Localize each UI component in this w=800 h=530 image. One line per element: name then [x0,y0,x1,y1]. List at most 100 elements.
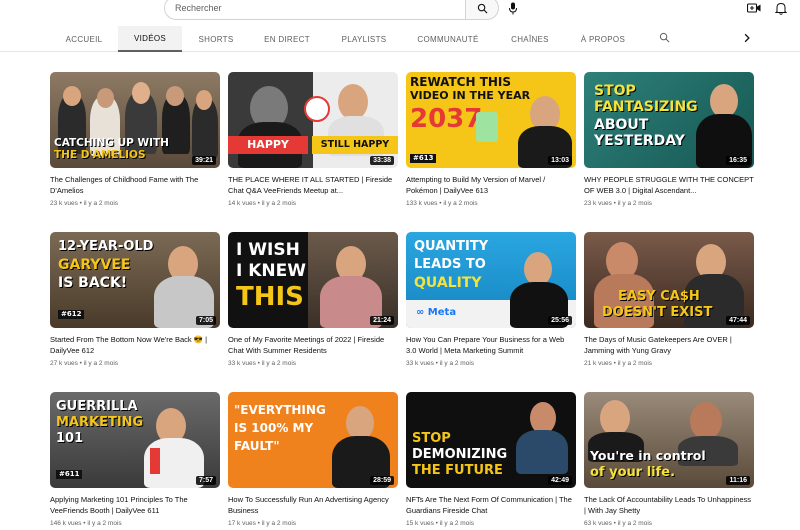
tab-playlists[interactable]: PLAYLISTS [331,26,397,52]
thumbnail-text: STOP [594,83,636,99]
video-meta: 23 k vues • il y a 2 mois [584,200,653,207]
video-card[interactable]: EASY CA$H DOESN'T EXIST 47:44 The Days o… [584,232,754,367]
thumbnail-text: GARYVEE [58,257,131,273]
video-thumbnail[interactable]: 12-YEAR-OLD GARYVEE IS BACK! #612 7:05 [50,232,220,328]
video-duration: 42:49 [548,476,572,485]
thumbnail-text: "EVERYTHING [234,403,326,417]
tab-en-direct[interactable]: EN DIRECT [253,26,321,52]
video-thumbnail[interactable]: REWATCH THIS VIDEO IN THE YEAR 2037 #613… [406,72,576,168]
video-thumbnail[interactable]: QUANTITY LEADS TO QUALITY ∞ Meta 25:56 [406,232,576,328]
view-count: 14 k vues [228,200,256,207]
create-video-icon[interactable] [747,2,761,14]
thumbnail-text: STOP [412,431,451,446]
tab-shorts[interactable]: SHORTS [185,26,247,52]
chevron-right-icon[interactable] [743,33,751,43]
thumbnail-text: 101 [56,431,84,446]
tab-videos[interactable]: VIDÉOS [118,26,182,52]
tab-a-propos[interactable]: À PROPOS [570,26,636,52]
video-meta: 146 k vues • il y a 2 mois [50,520,122,527]
video-card[interactable]: HAPPY STILL HAPPY 33:38 THE PLACE WHERE … [228,72,398,207]
video-title[interactable]: Started From The Bottom Now We're Back 😎… [50,334,220,356]
video-card[interactable]: GUERRILLA MARKETING 101 #611 7:57 Applyi… [50,392,220,527]
thumbnail-text: FANTASIZING [594,99,698,115]
channel-tabs: ACCUEIL VIDÉOS SHORTS EN DIRECT PLAYLIST… [0,26,800,52]
video-thumbnail[interactable]: STOP DEMONIZING THE FUTURE 42:49 [406,392,576,488]
thumbnail-text: QUANTITY [414,239,489,254]
thumbnail-text: 2037 [410,104,483,134]
thumbnail-text: THIS [236,282,304,312]
upload-age: il y a 2 mois [617,360,653,367]
video-meta: 23 k vues • il y a 2 mois [50,200,119,207]
microphone-icon[interactable] [508,2,518,15]
video-thumbnail[interactable]: You're in control of your life. 11:16 [584,392,754,488]
thumbnail-text: LEADS TO [414,257,486,272]
thumbnail-text: EASY CA$H [618,289,700,304]
thumbnail-badge: #613 [410,154,437,163]
video-title[interactable]: The Lack Of Accountability Leads To Unha… [584,494,754,516]
video-duration: 7:05 [195,316,216,325]
thumbnail-text: THE D'AMELIOS [54,149,146,161]
thumbnail-text: CATCHING UP WITH [54,137,169,149]
video-title[interactable]: Applying Marketing 101 Principles To The… [50,494,220,516]
video-meta: 15 k vues • il y a 2 mois [406,520,475,527]
video-card[interactable]: CATCHING UP WITH THE D'AMELIOS 39:21 The… [50,72,220,207]
video-duration: 7:57 [195,476,216,485]
video-title[interactable]: THE PLACE WHERE IT ALL STARTED | Firesid… [228,174,398,196]
video-card[interactable]: "EVERYTHING IS 100% MY FAULT" 28:59 How … [228,392,398,527]
search-input[interactable]: Rechercher [164,0,466,20]
top-bar: Rechercher [0,0,800,22]
video-thumbnail[interactable]: STOP FANTASIZING ABOUT YESTERDAY 16:35 [584,72,754,168]
video-title[interactable]: How To Successfully Run An Advertising A… [228,494,398,516]
video-card[interactable]: QUANTITY LEADS TO QUALITY ∞ Meta 25:56 H… [406,232,576,367]
upload-age: il y a 2 mois [439,360,475,367]
view-count: 33 k vues [228,360,256,367]
video-duration: 47:44 [726,316,750,325]
video-thumbnail[interactable]: I WISH I KNEW THIS 21:24 [228,232,398,328]
video-thumbnail[interactable]: HAPPY STILL HAPPY 33:38 [228,72,398,168]
upload-age: il y a 2 mois [87,520,122,527]
upload-age: il y a 2 mois [261,360,297,367]
video-title[interactable]: WHY PEOPLE STRUGGLE WITH THE CONCEPT OF … [584,174,754,196]
notifications-bell-icon[interactable] [775,2,787,15]
upload-age: il y a 2 mois [261,520,297,527]
thumbnail-text: I KNEW [236,261,307,281]
video-card[interactable]: You're in control of your life. 11:16 Th… [584,392,754,527]
thumbnail-text: I WISH [236,240,300,260]
video-card[interactable]: I WISH I KNEW THIS 21:24 One of My Favor… [228,232,398,367]
channel-search-icon[interactable] [659,32,670,43]
video-title[interactable]: One of My Favorite Meetings of 2022 | Fi… [228,334,398,356]
tab-chaines[interactable]: CHAÎNES [498,26,562,52]
video-thumbnail[interactable]: GUERRILLA MARKETING 101 #611 7:57 [50,392,220,488]
video-title[interactable]: NFTs Are The Next Form Of Communication … [406,494,576,516]
thumbnail-text: IS BACK! [58,275,128,291]
video-thumbnail[interactable]: CATCHING UP WITH THE D'AMELIOS 39:21 [50,72,220,168]
video-meta: 33 k vues • il y a 2 mois [406,360,475,367]
video-card[interactable]: 12-YEAR-OLD GARYVEE IS BACK! #612 7:05 S… [50,232,220,367]
video-card[interactable]: REWATCH THIS VIDEO IN THE YEAR 2037 #613… [406,72,576,207]
view-count: 15 k vues [406,520,434,527]
view-count: 33 k vues [406,360,434,367]
video-duration: 16:35 [726,156,750,165]
upload-age: il y a 2 mois [443,200,478,207]
video-title[interactable]: The Days of Music Gatekeepers Are OVER |… [584,334,754,356]
thumbnail-text: REWATCH THIS [410,75,512,89]
tab-communaute[interactable]: COMMUNAUTÉ [405,26,491,52]
video-card[interactable]: STOP FANTASIZING ABOUT YESTERDAY 16:35 W… [584,72,754,207]
video-meta: 63 k vues • il y a 2 mois [584,520,653,527]
video-duration: 33:38 [370,156,394,165]
thumbnail-text: FAULT" [234,439,280,453]
tab-accueil[interactable]: ACCUEIL [50,26,118,52]
video-title[interactable]: Attempting to Build My Version of Marvel… [406,174,576,196]
video-title[interactable]: The Challenges of Childhood Fame with Th… [50,174,220,196]
video-thumbnail[interactable]: "EVERYTHING IS 100% MY FAULT" 28:59 [228,392,398,488]
video-thumbnail[interactable]: EASY CA$H DOESN'T EXIST 47:44 [584,232,754,328]
thumbnail-text: MARKETING [56,415,144,430]
thumbnail-text: QUALITY [414,275,482,291]
video-duration: 13:03 [548,156,572,165]
search-button[interactable] [465,0,499,20]
view-count: 23 k vues [584,200,612,207]
thumbnail-text: STILL HAPPY [312,136,398,154]
video-card[interactable]: STOP DEMONIZING THE FUTURE 42:49 NFTs Ar… [406,392,576,527]
video-title[interactable]: How You Can Prepare Your Business for a … [406,334,576,356]
upload-age: il y a 2 mois [617,520,653,527]
